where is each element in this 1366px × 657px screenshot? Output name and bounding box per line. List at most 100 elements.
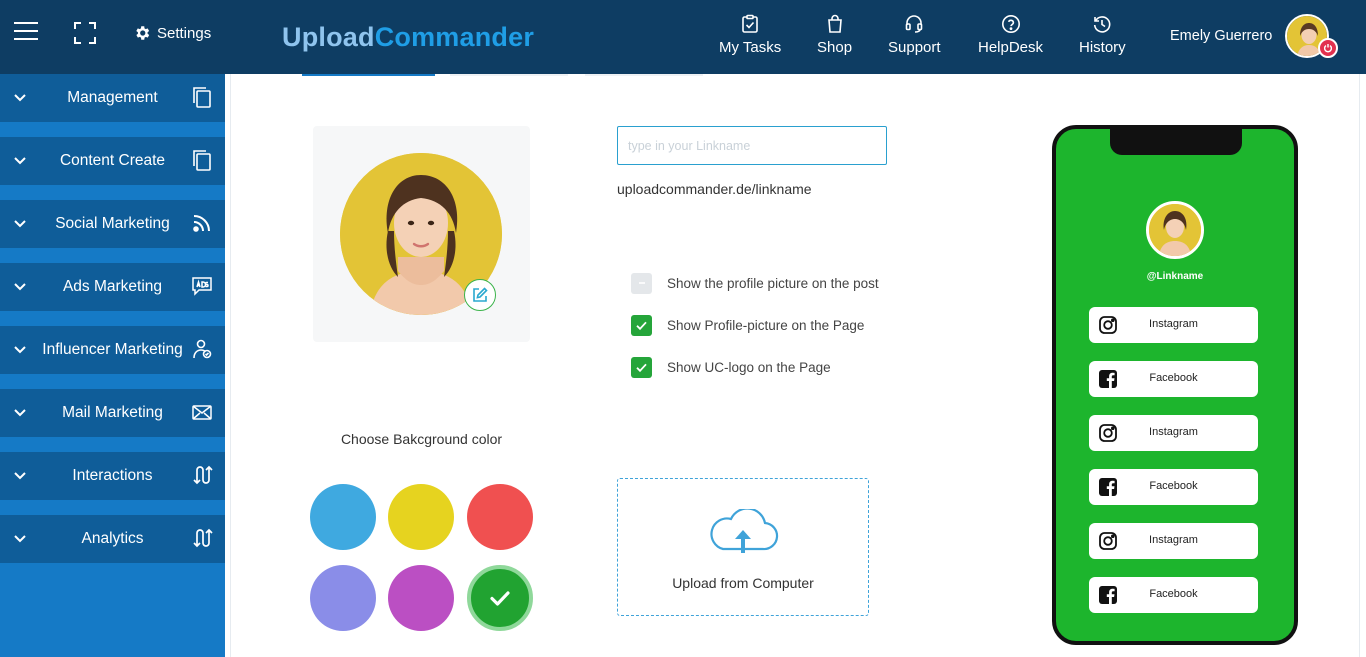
preview-link-facebook[interactable]: Facebook (1089, 469, 1258, 505)
checkbox-checked[interactable] (631, 314, 652, 336)
option-label: Show UC-logo on the Page (667, 359, 831, 375)
preview-link-facebook[interactable]: Facebook (1089, 577, 1258, 613)
color-swatch-purple[interactable] (388, 565, 454, 631)
top-bar: Settings UploadCommander My Tasks Shop S… (0, 0, 1366, 74)
logo-text-upload: Upload (282, 22, 375, 52)
option-show-profile-on-page[interactable]: Show Profile-picture on the Page (631, 314, 864, 336)
chevron-down-icon (14, 283, 26, 291)
color-swatch-lavender[interactable] (310, 565, 376, 631)
active-tab-indicator[interactable] (302, 74, 435, 76)
color-swatch-red[interactable] (467, 484, 533, 550)
option-label: Show the profile picture on the post (667, 275, 879, 291)
linkname-input[interactable] (617, 126, 887, 165)
clipboard-check-icon (742, 14, 758, 33)
settings-button[interactable]: Settings (133, 23, 211, 43)
shopping-bag-icon (827, 14, 842, 33)
check-icon (490, 591, 510, 606)
preview-link-label: Facebook (1149, 480, 1198, 492)
preview-handle: @Linkname (1146, 271, 1204, 282)
user-name[interactable]: Emely Guerrero (1170, 28, 1272, 44)
check-icon (636, 321, 647, 330)
chevron-down-icon (14, 472, 26, 480)
sidebar-item-influencer-marketing[interactable]: Influencer Marketing (0, 326, 225, 374)
sidebar-item-analytics[interactable]: Analytics (0, 515, 225, 563)
arrows-swap-icon (193, 528, 213, 548)
preview-link-instagram[interactable]: Instagram (1089, 523, 1258, 559)
choose-background-label: Choose Bakcground color (340, 431, 503, 447)
check-icon (636, 363, 647, 372)
preview-link-label: Instagram (1149, 534, 1198, 546)
sidebar-item-label: Content Create (59, 152, 166, 169)
nav-support[interactable]: Support (888, 14, 941, 56)
preview-link-label: Instagram (1149, 318, 1198, 330)
edit-icon (473, 287, 488, 302)
divider (1359, 74, 1360, 657)
chevron-down-icon (14, 409, 26, 417)
copy-icon (193, 150, 211, 171)
preview-link-instagram[interactable]: Instagram (1089, 307, 1258, 343)
sidebar-item-ads-marketing[interactable]: Ads Marketing (0, 263, 225, 311)
chevron-down-icon (14, 220, 26, 228)
hamburger-menu-icon[interactable] (14, 22, 38, 44)
sidebar-item-label: Mail Marketing (62, 404, 163, 421)
sidebar-item-label: Analytics (81, 530, 144, 547)
settings-label: Settings (157, 24, 212, 42)
nav-support-label: Support (888, 39, 941, 56)
envelope-icon (192, 405, 212, 420)
profile-picture-card (313, 126, 530, 342)
main-content: Choose Bakcground color uploadcommander.… (225, 74, 1366, 657)
preview-avatar (1146, 201, 1204, 259)
link-url: uploadcommander.de/linkname (617, 181, 812, 197)
cloud-upload-icon (710, 509, 779, 553)
history-clock-icon (1094, 16, 1111, 33)
app-logo[interactable]: UploadCommander (282, 22, 534, 53)
checkbox-checked[interactable] (631, 356, 652, 378)
tab-indicator[interactable] (450, 74, 568, 76)
checkbox-unchecked[interactable] (631, 272, 652, 294)
influencer-icon (193, 339, 212, 359)
chevron-down-icon (14, 157, 26, 165)
copy-icon (193, 87, 211, 108)
option-show-uc-logo[interactable]: Show UC-logo on the Page (631, 356, 831, 378)
option-show-profile-on-post[interactable]: Show the profile picture on the post (631, 272, 879, 294)
phone-preview: @Linkname Instagram Facebook Instagram F… (1052, 125, 1298, 645)
color-swatch-green-selected[interactable] (467, 565, 533, 631)
sidebar-item-social-marketing[interactable]: Social Marketing (0, 200, 225, 248)
rss-icon (193, 215, 210, 232)
sidebar-item-label: Influencer Marketing (42, 341, 183, 358)
divider (230, 74, 231, 657)
tab-indicator[interactable] (585, 74, 703, 76)
power-logout-icon[interactable] (1318, 38, 1338, 58)
color-swatch-yellow[interactable] (388, 484, 454, 550)
nav-helpdesk-label: HelpDesk (978, 39, 1044, 56)
sidebar-item-content-create[interactable]: Content Create (0, 137, 225, 185)
fullscreen-icon[interactable] (74, 22, 96, 44)
nav-helpdesk[interactable]: HelpDesk (978, 14, 1043, 56)
nav-shop[interactable]: Shop (817, 14, 852, 56)
nav-history-label: History (1079, 39, 1126, 56)
preview-link-instagram[interactable]: Instagram (1089, 415, 1258, 451)
upload-dropzone[interactable]: Upload from Computer (617, 478, 869, 616)
preview-link-facebook[interactable]: Facebook (1089, 361, 1258, 397)
nav-my-tasks-label: My Tasks (719, 39, 782, 56)
gear-icon (136, 26, 150, 40)
chevron-down-icon (14, 535, 26, 543)
ads-icon (192, 277, 212, 296)
edit-photo-button[interactable] (464, 279, 496, 311)
nav-shop-label: Shop (817, 39, 853, 56)
chevron-down-icon (14, 94, 26, 102)
color-swatch-blue[interactable] (310, 484, 376, 550)
sidebar-item-mail-marketing[interactable]: Mail Marketing (0, 389, 225, 437)
arrows-swap-icon (193, 465, 213, 485)
nav-history[interactable]: History (1079, 14, 1126, 56)
sidebar: Management Content Create Social Marketi… (0, 74, 225, 657)
headset-icon (905, 15, 923, 33)
nav-my-tasks[interactable]: My Tasks (719, 14, 781, 56)
sidebar-item-interactions[interactable]: Interactions (0, 452, 225, 500)
preview-link-label: Facebook (1149, 372, 1198, 384)
sidebar-item-label: Social Marketing (55, 215, 170, 232)
phone-notch (1110, 129, 1242, 155)
option-label: Show Profile-picture on the Page (667, 317, 865, 333)
sidebar-item-management[interactable]: Management (0, 74, 225, 122)
chevron-down-icon (14, 346, 26, 354)
